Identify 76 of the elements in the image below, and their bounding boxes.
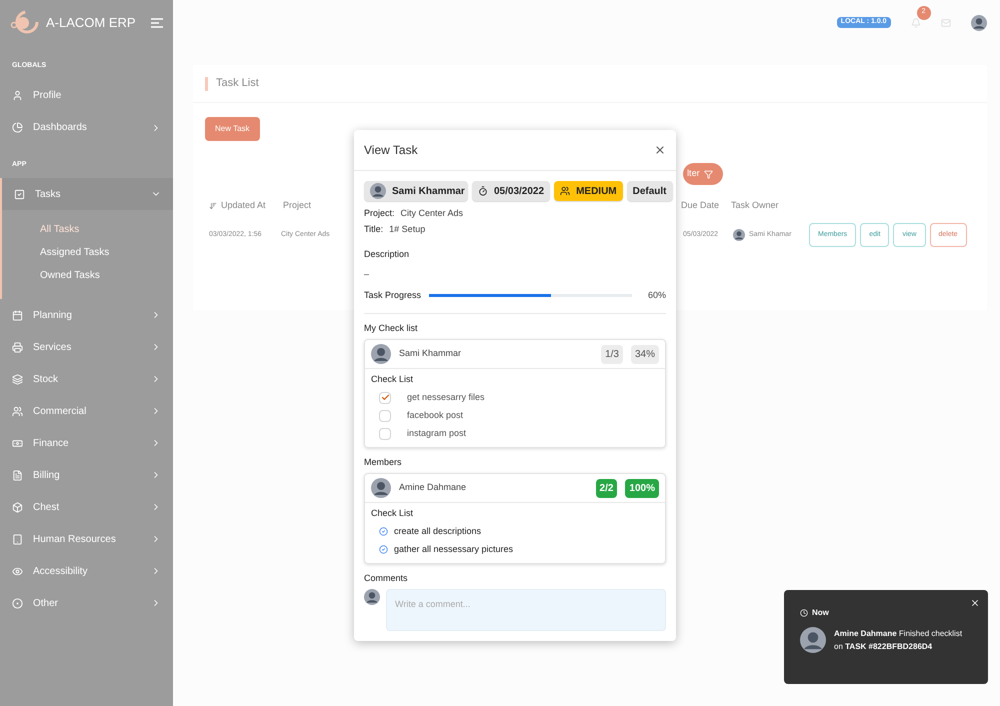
- comment-field[interactable]: Write a comment...: [386, 589, 666, 631]
- column-header: Updated At: [221, 198, 267, 212]
- sidebar-item[interactable]: Planning: [0, 299, 173, 331]
- section-heading: Members: [364, 456, 403, 468]
- toast-avatar: [800, 627, 826, 653]
- sidebar-item[interactable]: Chest: [0, 491, 173, 523]
- description-label: Description: [364, 248, 410, 261]
- owner-avatar: [733, 229, 745, 241]
- percent-badge: 100%: [625, 478, 659, 498]
- commenter-avatar: [364, 589, 380, 605]
- timer-icon: [478, 186, 488, 196]
- filter-button[interactable]: lter: [683, 163, 723, 185]
- avatar-icon: [370, 183, 386, 199]
- check-item-label: create all descriptions: [394, 524, 482, 538]
- checkbox[interactable]: [379, 428, 391, 440]
- clock-icon: [800, 609, 808, 617]
- submenu-item[interactable]: All Tasks: [2, 218, 173, 241]
- check-list-label: Check List: [371, 507, 414, 520]
- count-badge: 2/2: [596, 478, 618, 498]
- column-header: Due Date: [681, 198, 720, 212]
- avatar-icon: [371, 478, 391, 498]
- bell-icon[interactable]: [910, 18, 921, 28]
- page-title: Task List: [216, 76, 259, 92]
- progress-label: Task Progress: [364, 289, 422, 302]
- toast-message: Amine Dahmane Finished checklist on TASK #822BFBD286D4: [834, 628, 964, 653]
- menu-icon[interactable]: [151, 18, 163, 28]
- close-icon[interactable]: [970, 598, 980, 608]
- progress-reading: 60%: [648, 289, 666, 302]
- checkbox[interactable]: [379, 410, 391, 422]
- sidebar-item[interactable]: Tasks: [2, 178, 173, 210]
- count-badge: 1/3: [601, 344, 623, 364]
- sidebar-item[interactable]: Dashboards: [0, 112, 173, 144]
- member-name: Sami Khammar: [399, 347, 462, 360]
- sidebar-item[interactable]: Profile: [0, 80, 173, 112]
- users-icon: [560, 186, 570, 196]
- sidebar-item[interactable]: Stock: [0, 363, 173, 395]
- task-tag: Sami Khammar: [364, 181, 468, 201]
- check-item-label: gather all nessessary pictures: [394, 542, 514, 556]
- new-task-button[interactable]: New Task: [205, 117, 260, 141]
- column-header: Project: [283, 198, 312, 212]
- sidebar-item[interactable]: Services: [0, 331, 173, 363]
- sidebar-item[interactable]: Finance: [0, 427, 173, 459]
- column-header: Task Owner: [731, 198, 779, 212]
- field-value: City Center Ads: [400, 207, 464, 220]
- submenu-item[interactable]: Owned Tasks: [2, 264, 173, 287]
- field-label: Title:: [364, 222, 384, 236]
- description-text: –: [364, 268, 370, 280]
- filter-icon: [704, 170, 713, 178]
- submenu-item[interactable]: Assigned Tasks: [2, 241, 173, 264]
- section-heading: Comments: [364, 572, 409, 584]
- check-item-label: instagram post: [407, 426, 466, 440]
- field-value: 1# Setup: [389, 222, 426, 236]
- check-list-label: Check List: [371, 373, 414, 386]
- sidebar-item[interactable]: Human Resources: [0, 523, 173, 555]
- close-icon[interactable]: [654, 144, 666, 156]
- check-item-label: facebook post: [407, 408, 464, 422]
- user-avatar: [970, 14, 987, 30]
- avatar-icon: [371, 344, 391, 364]
- logo-icon: [10, 8, 40, 36]
- task-tag: Default: [626, 181, 673, 201]
- sidebar-item[interactable]: Commercial: [0, 395, 173, 427]
- percent-badge: 34%: [630, 344, 659, 364]
- task-tag: 05/03/2022: [472, 181, 550, 201]
- task-tag: MEDIUM: [554, 181, 623, 201]
- section-heading: My Check list: [364, 322, 419, 335]
- checkbox[interactable]: [379, 392, 391, 404]
- check-item-label: get nessesarry files: [407, 390, 485, 404]
- field-label: Project:: [364, 207, 395, 220]
- sidebar-item[interactable]: Other: [0, 587, 173, 619]
- sidebar-item[interactable]: Accessibility: [0, 555, 173, 587]
- sort-icon[interactable]: [209, 202, 217, 210]
- modal-title: View Task: [364, 142, 418, 159]
- toast-time: Now: [812, 607, 829, 619]
- member-name: Amine Dahmane: [399, 481, 468, 494]
- brand-name: A-LACOM ERP: [46, 14, 137, 32]
- sidebar-item[interactable]: Billing: [0, 459, 173, 491]
